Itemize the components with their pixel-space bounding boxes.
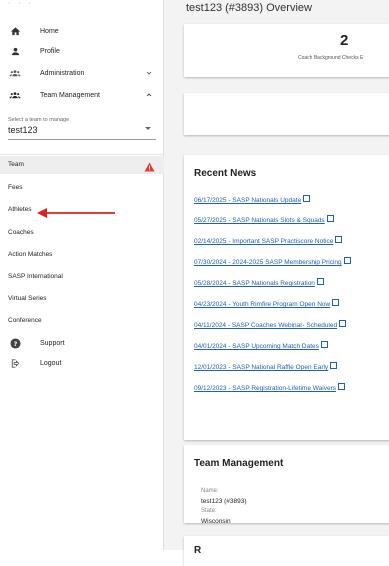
news-link[interactable]: 02/14/2025 - Important SASP Practiscore … [194,236,343,245]
external-link-icon [303,195,311,202]
external-link-icon [339,320,347,327]
nav-profile-label: Profile [40,47,60,55]
stat-card [184,24,389,77]
help-icon: ? [9,337,21,349]
nav-administration-label: Administration [40,69,85,77]
team-select-label: Select a team to manage [8,117,70,123]
warning-icon [144,159,155,177]
arrow-annotation-icon [37,205,115,223]
page-title: test123 (#3893) Overview [186,2,312,14]
news-link[interactable]: 12/01/2023 - SASP National Raffle Open E… [194,362,338,371]
top-overflow-dots: · · · [8,0,34,7]
sidebar-item-conference[interactable]: Conference [8,317,42,324]
state-label: State: [201,508,217,514]
external-link-icon [337,383,345,390]
external-link-icon [343,257,351,264]
nav-team-management-label: Team Management [40,91,100,99]
recent-news-title: Recent News [194,168,257,179]
next-card [184,536,389,566]
sidebar-item-action-matches[interactable]: Action Matches [8,251,52,258]
name-label: Name: [201,488,219,494]
next-card-title: R [194,545,202,556]
stat-value: 2 [340,32,349,49]
news-link[interactable]: 04/11/2024 - SASP Coaches Webinar- Sched… [194,320,347,329]
sidebar-item-fees[interactable]: Fees [8,184,22,191]
nav-home-label: Home [40,27,59,35]
team-select-input[interactable]: test123 [8,125,38,135]
sidebar-item-sasp-international[interactable]: SASP International [8,273,63,280]
chevron-down-icon[interactable] [144,68,154,78]
external-link-icon [320,341,328,348]
nav-profile[interactable]: Profile [0,41,164,61]
nav-support-label: Support [40,339,65,347]
dropdown-arrow-icon[interactable] [145,127,151,130]
nav-logout[interactable]: Logout [0,353,164,373]
home-icon [9,25,21,37]
empty-card [184,93,389,135]
section-divider [0,154,164,155]
external-link-icon [332,299,340,306]
sidebar-item-team-highlight[interactable] [0,156,164,174]
sidebar-item-team[interactable]: Team [8,161,24,168]
news-link[interactable]: 05/28/2024 - SASP Nationals Registration [194,278,324,287]
nav-administration[interactable]: Administration [0,63,164,83]
group-icon [9,67,21,79]
svg-text:?: ? [13,339,17,347]
stat-label: Coach Background Checks E [298,55,364,61]
external-link-icon [316,278,324,285]
team-management-title: Team Management [194,458,284,469]
nav-team-management[interactable]: Team Management [0,85,164,105]
logout-icon [9,357,21,369]
chevron-up-icon[interactable] [144,90,154,100]
news-link[interactable]: 09/12/2023 - SASP Registration-Lifetime … [194,383,345,392]
nav-home[interactable]: Home [0,21,164,41]
group-icon [9,89,21,101]
external-link-icon [335,236,343,243]
team-select-underline [8,139,156,140]
name-value: test123 (#3893) [201,498,247,505]
external-link-icon [330,362,338,369]
state-value: Wisconsin [201,518,231,525]
sidebar-item-coaches[interactable]: Coaches [8,229,34,236]
sidebar-item-virtual-series[interactable]: Virtual Series [8,295,47,302]
news-link[interactable]: 06/17/2025 - SASP Nationals Update [194,195,311,204]
person-icon [9,45,21,57]
news-link[interactable]: 04/23/2024 - Youth Rimfire Program Open … [194,299,340,308]
news-link[interactable]: 07/30/2024 - 2024-2025 SASP Membership P… [194,257,351,266]
sidebar-item-athletes[interactable]: Athletes [8,206,32,213]
external-link-icon [326,215,334,222]
sidebar: · · · Home Profile Administration Team M… [0,0,164,550]
nav-logout-label: Logout [40,359,62,367]
news-link[interactable]: 04/01/2024 - SASP Upcoming Match Dates [194,341,328,350]
news-link[interactable]: 05/27/2025 - SASP Nationals Slots & Squa… [194,215,334,224]
nav-support[interactable]: ? Support [0,333,164,353]
